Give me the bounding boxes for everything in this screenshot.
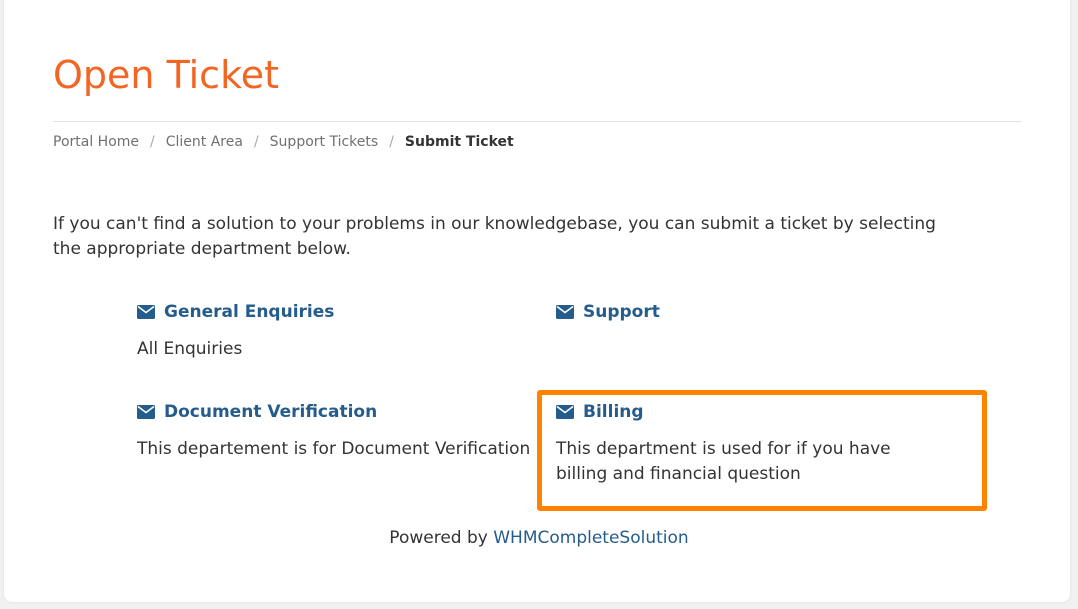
department-description: All Enquiries bbox=[137, 339, 243, 359]
breadcrumb-client-area[interactable]: Client Area bbox=[166, 134, 243, 150]
department-name: Support bbox=[583, 302, 660, 322]
footer-prefix: Powered by bbox=[389, 528, 488, 548]
breadcrumb-support-tickets[interactable]: Support Tickets bbox=[270, 134, 379, 150]
envelope-icon bbox=[556, 305, 574, 319]
footer: Powered by WHMCompleteSolution bbox=[0, 526, 1078, 550]
envelope-icon bbox=[137, 405, 155, 419]
department-billing: Billing This department is used for if y… bbox=[556, 400, 956, 487]
breadcrumb-current: Submit Ticket bbox=[404, 134, 514, 150]
breadcrumb-separator: / bbox=[253, 134, 259, 150]
department-support-link[interactable]: Support bbox=[556, 300, 956, 324]
page-title: Open Ticket bbox=[53, 53, 279, 97]
department-general-enquiries: General Enquiries All Enquiries bbox=[137, 300, 537, 362]
department-general-enquiries-link[interactable]: General Enquiries bbox=[137, 300, 537, 324]
department-name: Document Verification bbox=[164, 402, 378, 422]
department-billing-link[interactable]: Billing bbox=[556, 400, 956, 424]
intro-text: If you can't find a solution to your pro… bbox=[53, 214, 936, 259]
envelope-icon bbox=[137, 305, 155, 319]
title-divider bbox=[53, 121, 1022, 122]
department-document-verification-link[interactable]: Document Verification bbox=[137, 400, 537, 424]
department-description: This departement is for Document Verific… bbox=[137, 439, 531, 459]
department-name: General Enquiries bbox=[164, 302, 335, 322]
department-name: Billing bbox=[583, 402, 644, 422]
breadcrumb-separator: / bbox=[150, 134, 155, 150]
breadcrumb: Portal Home / Client Area / Support Tick… bbox=[53, 132, 514, 152]
footer-link[interactable]: WHMCompleteSolution bbox=[493, 528, 688, 548]
department-document-verification: Document Verification This departement i… bbox=[137, 400, 537, 462]
breadcrumb-separator: / bbox=[389, 134, 394, 150]
breadcrumb-portal-home[interactable]: Portal Home bbox=[53, 134, 139, 150]
envelope-icon bbox=[556, 405, 574, 419]
department-support: Support bbox=[556, 300, 956, 337]
department-description: This department is used for if you have … bbox=[556, 439, 891, 484]
